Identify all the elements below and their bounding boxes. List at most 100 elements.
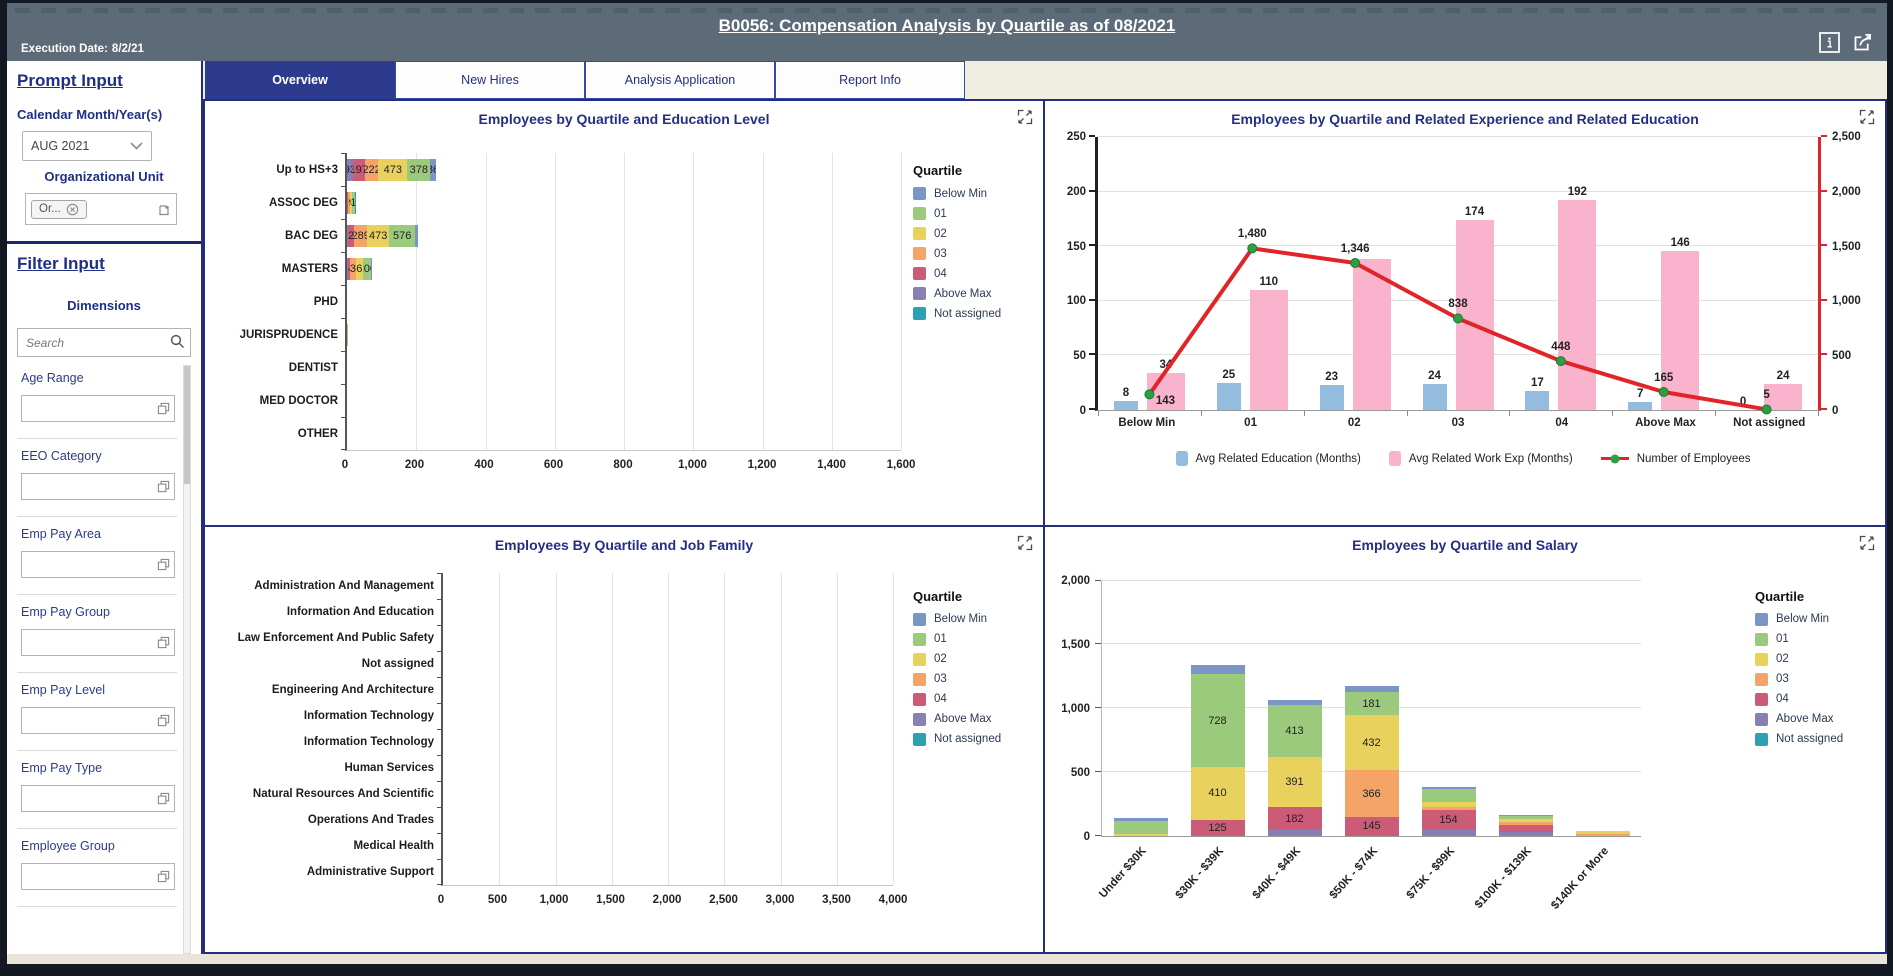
filter-value-input[interactable] — [21, 785, 175, 812]
tab-new-hires[interactable]: New Hires — [395, 61, 585, 99]
legend-label: Below Min — [1776, 613, 1829, 625]
body: Prompt Input Calendar Month/Year(s) AUG … — [7, 61, 1887, 954]
legend-label: 01 — [1776, 633, 1789, 645]
axis-tick — [1095, 771, 1101, 772]
legend-item-below-min: Below Min — [1755, 613, 1877, 626]
legend-item-not-assigned: Not assigned — [1755, 733, 1877, 746]
bar-segment-03: 289 — [354, 225, 367, 247]
lookup-icon[interactable] — [157, 480, 170, 493]
panel-education: Employees by Quartile and Education Leve… — [205, 101, 1045, 527]
axis-tick-label: 1,000 — [678, 459, 707, 471]
bar-wrap: 17 — [1525, 137, 1549, 410]
legend-line-sample — [1601, 457, 1629, 460]
search-icon[interactable] — [170, 334, 185, 349]
bar-value-label: 17 — [1531, 377, 1544, 389]
axis-tick — [437, 573, 442, 574]
bar-wrap — [1353, 137, 1391, 410]
execution-date-value: 8/2/21 — [112, 43, 144, 55]
org-unit-chip[interactable]: Or... — [31, 200, 87, 219]
search-input[interactable] — [17, 328, 191, 357]
legend-swatch — [1389, 451, 1401, 466]
filter-value-input[interactable] — [21, 863, 175, 890]
expand-panel-icon[interactable] — [1017, 109, 1033, 125]
remove-chip-icon[interactable] — [66, 203, 79, 216]
stacked-bar — [1499, 581, 1553, 836]
axis-tick-label: 0 — [342, 459, 348, 471]
lookup-icon[interactable] — [157, 636, 170, 649]
axis-tick-label: 1,500 — [1061, 639, 1090, 651]
expand-panel-icon[interactable] — [1859, 109, 1875, 125]
filter-item-emp-pay-group: Emp Pay Group — [17, 595, 177, 673]
filter-value-input[interactable] — [21, 629, 175, 656]
lookup-icon[interactable] — [157, 558, 170, 571]
filter-value-input[interactable] — [21, 395, 175, 422]
legend-label: Below Min — [934, 188, 987, 200]
lookup-icon[interactable] — [157, 870, 170, 883]
tab-report-info[interactable]: Report Info — [775, 61, 965, 99]
legend-title: Quartile — [1755, 589, 1877, 604]
category-label: Under $30K — [1097, 845, 1149, 901]
expand-panel-icon[interactable] — [1859, 535, 1875, 551]
calendar-value: AUG 2021 — [31, 139, 89, 153]
expand-panel-icon[interactable] — [1017, 535, 1033, 551]
scrollbar-thumb[interactable] — [184, 366, 190, 484]
axis-tick — [341, 153, 346, 154]
main-area: OverviewNew HiresAnalysis ApplicationRep… — [203, 61, 1887, 954]
axis-tick-label: 1,500 — [596, 894, 625, 906]
export-icon[interactable] — [1852, 32, 1873, 53]
org-lookup-icon[interactable] — [158, 202, 171, 216]
lookup-icon[interactable] — [157, 402, 170, 415]
filter-value-input[interactable] — [21, 473, 175, 500]
bar-wrap: 34 — [1147, 137, 1185, 410]
stacked-bar: 9319722247337886 — [347, 159, 445, 181]
org-unit-input[interactable]: Or... — [25, 193, 177, 225]
bar-row — [443, 833, 893, 859]
axis-tick-label: 0 — [438, 894, 444, 906]
bar-row — [443, 807, 893, 833]
bar-row — [443, 677, 893, 703]
bar-segment-01 — [1422, 789, 1476, 802]
quartile-legend: QuartileBelow Min01020304Above MaxNot as… — [913, 127, 1035, 525]
category-label: Below Min — [1095, 411, 1199, 435]
calendar-select[interactable]: AUG 2021 — [22, 131, 152, 161]
filter-value-input[interactable] — [21, 707, 175, 734]
org-unit-chip-text: Or... — [39, 203, 61, 215]
bar-wrap: 7 — [1628, 137, 1652, 410]
bar-segment-below-min — [1191, 665, 1245, 675]
legend-label: Not assigned — [1776, 733, 1843, 745]
bar-segment-below-min — [415, 225, 417, 247]
bar-row — [347, 417, 901, 450]
prompt-input-heading[interactable]: Prompt Input — [17, 71, 191, 91]
bar-wrap: 23 — [1320, 137, 1344, 410]
org-unit-label: Organizational Unit — [17, 169, 191, 184]
tab-overview[interactable]: Overview — [205, 61, 395, 99]
filter-item-emp-pay-area: Emp Pay Area — [17, 517, 177, 595]
axis-tick — [1095, 580, 1101, 581]
bar-avg-related-education-months- — [1217, 383, 1241, 410]
axis-tick — [341, 186, 346, 187]
info-icon[interactable] — [1819, 32, 1840, 53]
filter-input-heading[interactable]: Filter Input — [17, 254, 191, 274]
legend-item-01: 01 — [913, 207, 1035, 220]
legend-item-above-max: Above Max — [913, 287, 1035, 300]
filter-value-input[interactable] — [21, 551, 175, 578]
sidebar-scrollbar[interactable] — [183, 365, 191, 954]
bar-segment-02: 410 — [1191, 767, 1245, 819]
left-axis-tick — [1089, 244, 1095, 246]
axis-tick-label: 100 — [1067, 295, 1086, 307]
bar-row: 7993118 — [347, 186, 901, 219]
lookup-icon[interactable] — [157, 714, 170, 727]
axis-tick-label: 3,000 — [766, 894, 795, 906]
calendar-label: Calendar Month/Year(s) — [17, 107, 191, 122]
report-title-link[interactable]: B0056: Compensation Analysis by Quartile… — [7, 16, 1887, 36]
stacked-bar: 145366432181 — [1345, 581, 1399, 836]
bar-value-label: 174 — [1465, 206, 1484, 218]
panel-body: 05001,0001,5002,000125410728182391413145… — [1053, 553, 1877, 953]
lookup-icon[interactable] — [157, 792, 170, 805]
legend-swatch — [1755, 673, 1768, 686]
left-axis-tick — [1089, 353, 1095, 355]
tab-analysis-application[interactable]: Analysis Application — [585, 61, 775, 99]
column — [1102, 581, 1179, 836]
left-axis-labels: 050100150200250 — [1053, 137, 1095, 411]
bar-avg-related-education-months- — [1114, 401, 1138, 410]
